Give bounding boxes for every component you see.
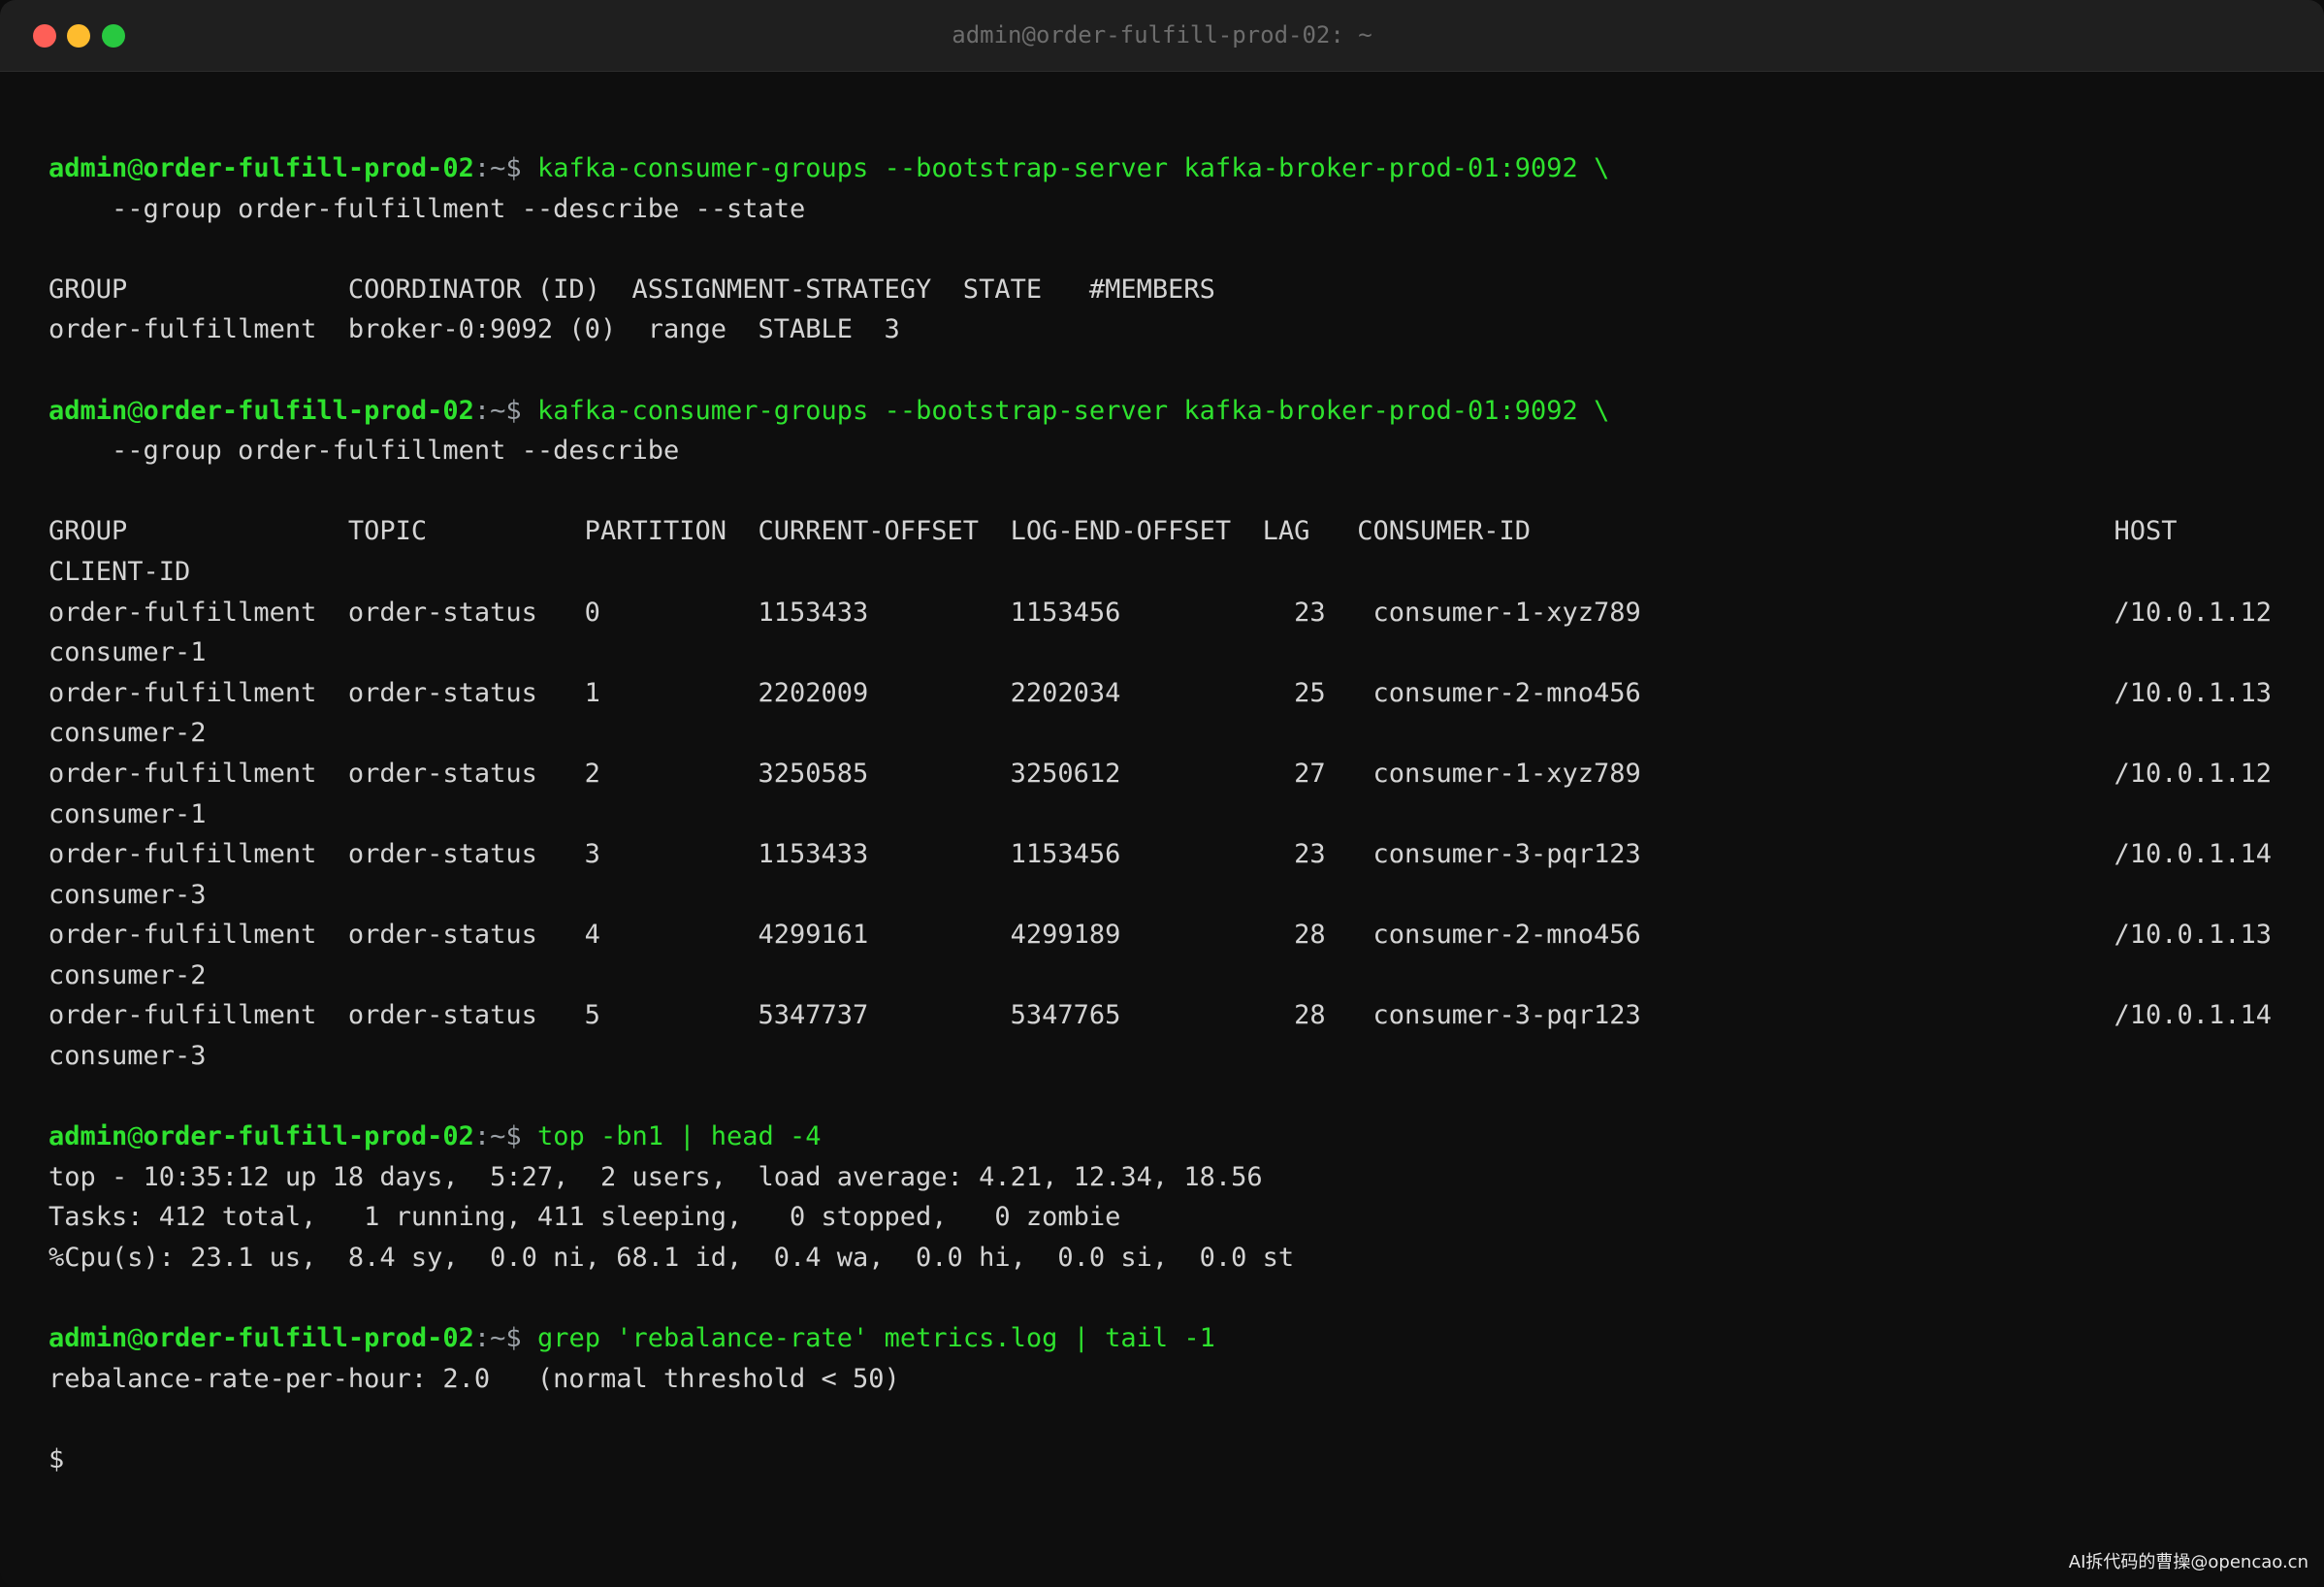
output-line: consumer-2 [48,959,207,990]
command-continuation: --group order-fulfillment --describe --s… [48,193,806,224]
prompt-line: admin@order-fulfill-prod-02:~$ top -bn1 … [48,1117,2279,1157]
prompt-user: admin [48,395,128,426]
prompt-host: order-fulfill-prod-02 [143,1121,474,1152]
output-line: consumer-2 [48,718,207,749]
prompt-at: @ [127,1323,144,1354]
command-text: kafka-consumer-groups --bootstrap-server… [536,395,1610,426]
output-line: order-fulfillment order-status 5 5347737… [48,1000,2273,1031]
prompt-user: admin [48,1121,128,1152]
final-prompt: $ [48,1444,65,1474]
output-line: CLIENT-ID [48,556,191,587]
window-titlebar: admin@order-fulfill-prod-02: ~ [0,0,2324,72]
prompt-at: @ [127,1121,144,1152]
prompt-at: @ [127,395,144,426]
prompt-line: admin@order-fulfill-prod-02:~$ kafka-con… [48,391,2279,432]
output-line: order-fulfillment order-status 4 4299161… [48,920,2273,951]
prompt-host: order-fulfill-prod-02 [143,395,474,426]
output-line: consumer-1 [48,798,207,829]
prompt-host: order-fulfill-prod-02 [143,1323,474,1354]
prompt-host: order-fulfill-prod-02 [143,153,474,183]
prompt-line: admin@order-fulfill-prod-02:~$ grep 'reb… [48,1318,2279,1359]
prompt-at: @ [127,153,144,183]
prompt-path: :~$ [473,1121,537,1152]
prompt-user: admin [48,153,128,183]
output-line: rebalance-rate-per-hour: 2.0 (normal thr… [48,1363,900,1394]
output-line: order-fulfillment broker-0:9092 (0) rang… [48,314,900,345]
prompt-line: admin@order-fulfill-prod-02:~$ kafka-con… [48,148,2279,189]
prompt-path: :~$ [473,395,537,426]
output-line: order-fulfillment order-status 0 1153433… [48,597,2273,628]
command-text: grep 'rebalance-rate' metrics.log | tail… [536,1323,1215,1354]
watermark: AI拆代码的曹操@opencao.cn [2068,1552,2308,1572]
output-line: consumer-3 [48,879,207,910]
terminal-window: admin@order-fulfill-prod-02: ~ admin@ord… [0,0,2324,1587]
prompt-path: :~$ [473,153,537,183]
output-line: GROUP TOPIC PARTITION CURRENT-OFFSET LOG… [48,516,2178,547]
window-title: admin@order-fulfill-prod-02: ~ [952,21,1372,49]
output-line: %Cpu(s): 23.1 us, 8.4 sy, 0.0 ni, 68.1 i… [48,1243,1295,1274]
prompt-user: admin [48,1323,128,1354]
command-text: kafka-consumer-groups --bootstrap-server… [536,153,1610,183]
terminal-output[interactable]: admin@order-fulfill-prod-02:~$ kafka-con… [48,148,2279,1480]
output-line: consumer-1 [48,637,207,668]
output-line: Tasks: 412 total, 1 running, 411 sleepin… [48,1202,1121,1233]
output-line: top - 10:35:12 up 18 days, 5:27, 2 users… [48,1161,1263,1192]
output-line: order-fulfillment order-status 1 2202009… [48,677,2273,708]
command-text: top -bn1 | head -4 [536,1121,822,1152]
output-line: order-fulfillment order-status 2 3250585… [48,758,2273,789]
command-continuation: --group order-fulfillment --describe [48,436,680,467]
prompt-path: :~$ [473,1323,537,1354]
output-line: GROUP COORDINATOR (ID) ASSIGNMENT-STRATE… [48,274,1215,305]
output-line: order-fulfillment order-status 3 1153433… [48,839,2273,870]
output-line: consumer-3 [48,1041,207,1072]
